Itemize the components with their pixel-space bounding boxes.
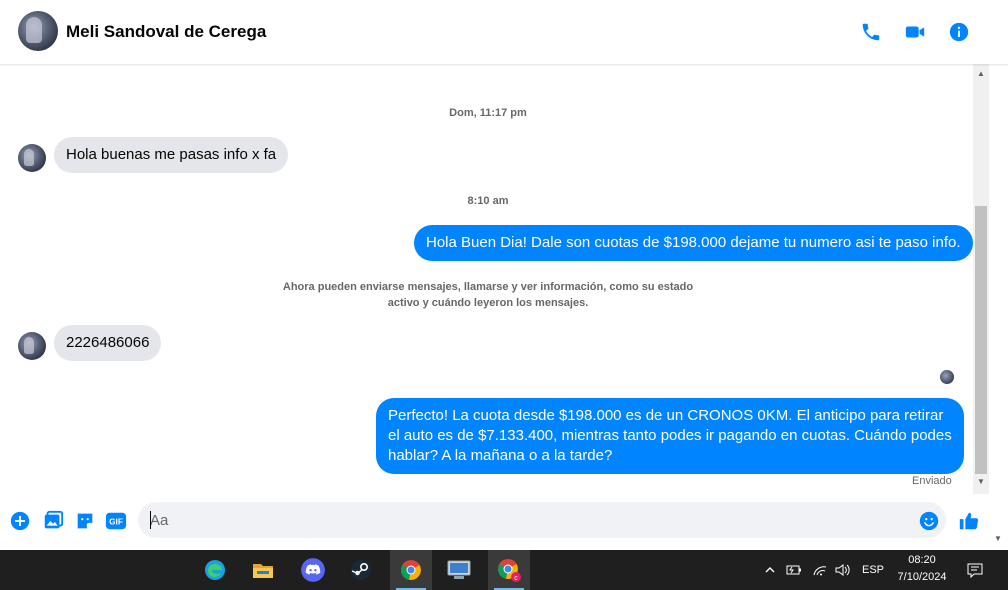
scroll-up-arrow[interactable]: ▲ [976, 70, 986, 78]
privacy-notice: Ahora pueden enviarse mensajes, llamarse… [282, 281, 694, 309]
sender-avatar[interactable] [18, 144, 46, 172]
text-caret [150, 511, 151, 529]
message-status: Enviado [912, 475, 952, 487]
message-input[interactable] [138, 502, 946, 538]
taskbar-clock[interactable]: 08:20 7/10/2024 [890, 552, 954, 586]
notifications-icon[interactable] [966, 560, 984, 580]
discord-icon[interactable] [292, 550, 334, 590]
tray-overflow-chevron-icon[interactable] [764, 560, 776, 580]
read-receipt-avatar [940, 370, 954, 384]
sticker-icon[interactable] [74, 510, 96, 532]
steam-icon[interactable] [340, 550, 382, 590]
timestamp: 8:10 am [467, 195, 509, 207]
like-icon[interactable] [957, 510, 981, 532]
chrome-icon[interactable] [390, 550, 432, 590]
timestamp: Dom, 11:17 pm [449, 107, 527, 119]
info-icon[interactable] [947, 20, 971, 44]
wifi-icon[interactable] [812, 560, 828, 580]
clock-time: 08:20 [908, 554, 936, 566]
outgoing-message[interactable]: Hola Buen Dia! Dale son cuotas de $198.0… [414, 225, 973, 261]
contact-avatar[interactable] [18, 11, 58, 51]
chrome-profile-icon[interactable]: c [488, 550, 530, 590]
gif-label: GIF [109, 518, 123, 527]
incoming-message[interactable]: Hola buenas me pasas info x fa [54, 137, 289, 173]
video-icon[interactable] [903, 20, 927, 44]
phone-icon[interactable] [859, 20, 883, 44]
contact-name[interactable]: Meli Sandoval de Cerega [66, 22, 266, 42]
svg-text:c: c [514, 575, 518, 582]
plus-icon[interactable] [9, 510, 31, 532]
volume-icon[interactable] [834, 560, 852, 580]
emoji-icon[interactable] [918, 510, 940, 532]
clock-date: 7/10/2024 [897, 571, 947, 583]
scroll-down-arrow[interactable]: ▼ [976, 478, 986, 486]
scrollbar-thumb[interactable] [975, 206, 987, 474]
file-explorer-icon[interactable] [242, 550, 284, 590]
scroll-corner-arrow[interactable]: ▼ [994, 534, 1002, 543]
sender-avatar[interactable] [18, 332, 46, 360]
language-indicator[interactable]: ESP [862, 560, 884, 580]
incoming-message[interactable]: 2226486066 [54, 325, 162, 361]
battery-icon[interactable] [786, 560, 802, 580]
edge-icon[interactable] [194, 550, 236, 590]
gif-icon[interactable]: GIF [105, 510, 127, 532]
chat-header: Meli Sandoval de Cerega [0, 0, 1008, 64]
network-app-icon[interactable] [438, 550, 480, 590]
outgoing-message[interactable]: Perfecto! La cuota desde $198.000 es de … [376, 398, 964, 474]
image-icon[interactable] [42, 510, 64, 532]
window-edge [989, 64, 1008, 550]
